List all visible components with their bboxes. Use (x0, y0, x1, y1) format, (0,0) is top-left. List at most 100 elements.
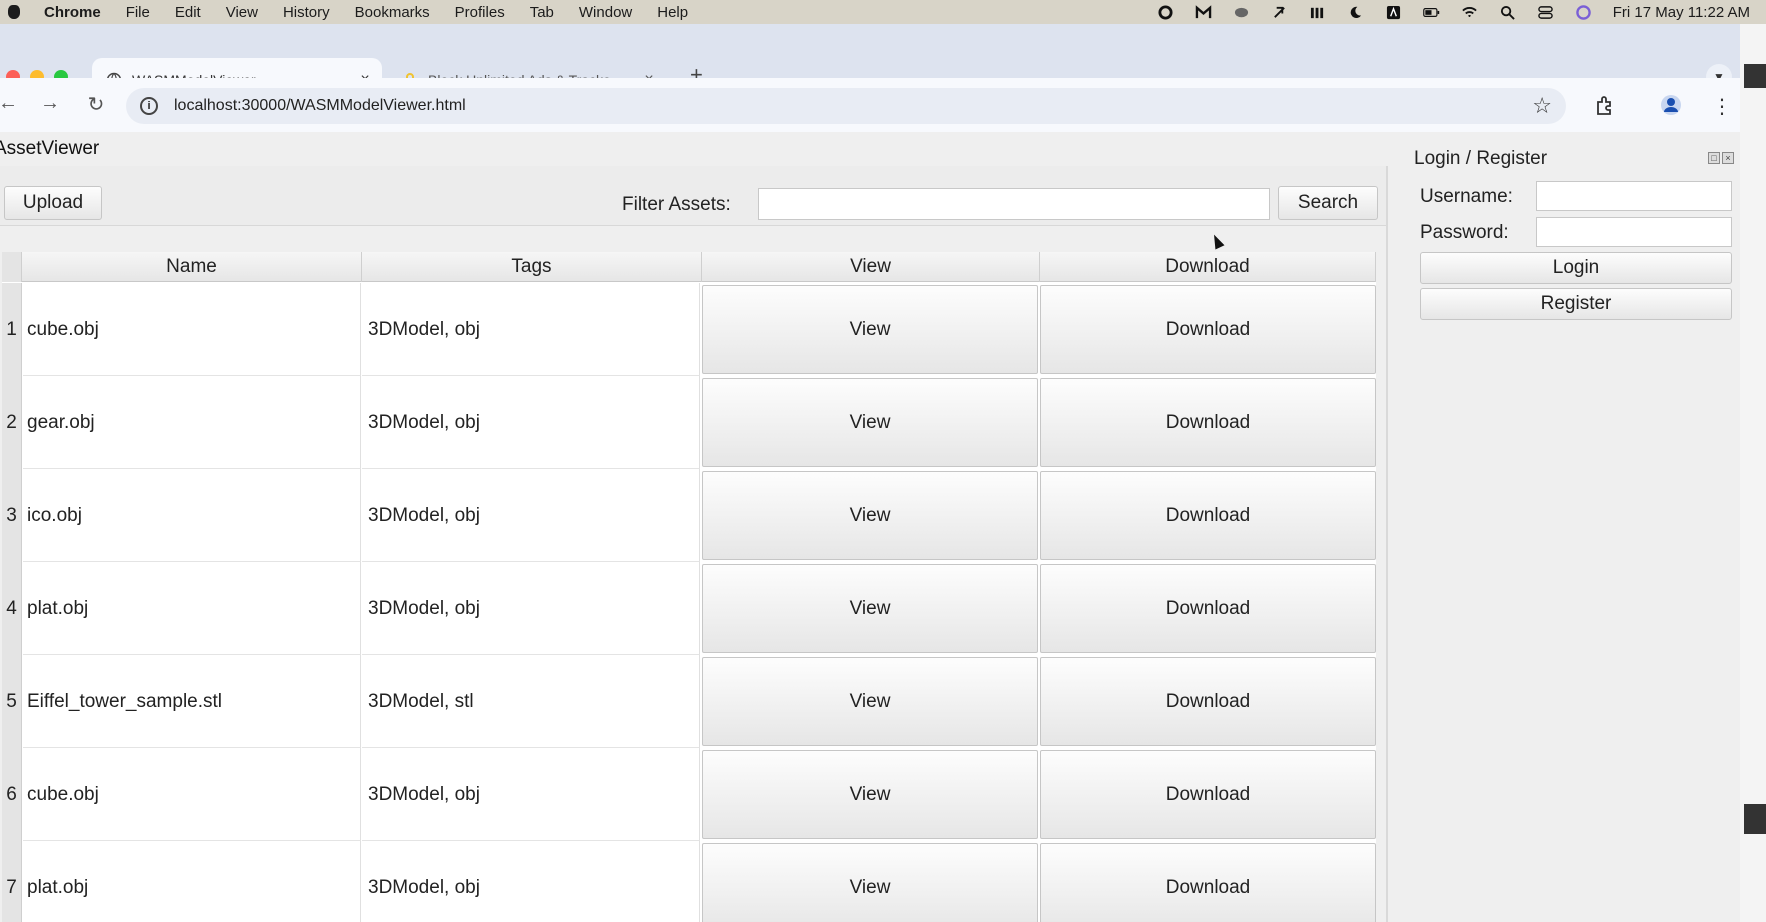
istat-icon[interactable] (1309, 5, 1326, 20)
siri-icon[interactable] (1575, 4, 1592, 20)
register-button[interactable]: Register (1420, 288, 1732, 320)
site-info-icon[interactable]: i (140, 97, 158, 115)
filter-assets-input[interactable] (758, 188, 1270, 220)
column-header-download[interactable]: Download (1040, 252, 1376, 282)
panel-float-icon[interactable]: □ (1708, 152, 1720, 164)
panel-controls: □ × (1708, 152, 1734, 164)
menu-bookmarks[interactable]: Bookmarks (355, 4, 430, 21)
clock[interactable]: Fri 17 May 11:22 AM (1613, 4, 1750, 21)
search-button[interactable]: Search (1278, 186, 1378, 220)
filter-assets-label: Filter Assets: (622, 194, 731, 215)
username-field[interactable] (1536, 181, 1732, 211)
view-button[interactable]: View (702, 657, 1038, 746)
row-number: 2 (2, 376, 22, 469)
battery-icon[interactable] (1422, 5, 1440, 20)
menu-history[interactable]: History (283, 4, 330, 21)
vpn-icon[interactable] (1233, 5, 1250, 20)
asset-tags-cell[interactable]: 3DModel, obj (362, 376, 700, 469)
gmail-icon[interactable] (1195, 4, 1212, 20)
extensions-puzzle-icon[interactable] (1594, 94, 1616, 116)
keyboard-input-icon[interactable] (1385, 5, 1402, 20)
column-header-tags[interactable]: Tags (362, 252, 702, 282)
download-button[interactable]: Download (1040, 750, 1376, 839)
background-window-strip (1744, 64, 1766, 88)
menu-chrome[interactable]: Chrome (44, 4, 101, 21)
upload-button[interactable]: Upload (4, 186, 102, 220)
profile-avatar-icon[interactable] (1660, 94, 1682, 116)
asset-name-cell[interactable]: cube.obj (23, 283, 361, 376)
menu-window[interactable]: Window (579, 4, 632, 21)
download-button[interactable]: Download (1040, 378, 1376, 467)
control-center-icon[interactable] (1537, 5, 1554, 20)
table-row: 3 ico.obj 3DModel, obj View Download (2, 469, 1376, 562)
asset-tags-cell[interactable]: 3DModel, obj (362, 748, 700, 841)
download-button[interactable]: Download (1040, 471, 1376, 560)
asset-name-cell[interactable]: plat.obj (23, 841, 361, 922)
tool-icon[interactable] (1271, 5, 1288, 20)
asset-name-cell[interactable]: ico.obj (23, 469, 361, 562)
moon-icon[interactable] (1347, 5, 1364, 20)
row-number: 6 (2, 748, 22, 841)
menu-help[interactable]: Help (657, 4, 688, 21)
view-button[interactable]: View (702, 843, 1038, 922)
asset-tags-cell[interactable]: 3DModel, obj (362, 283, 700, 376)
password-field[interactable] (1536, 217, 1732, 247)
app-title: AssetViewer (0, 138, 100, 159)
background-window-strip (1744, 804, 1766, 834)
menu-edit[interactable]: Edit (175, 4, 201, 21)
view-button[interactable]: View (702, 378, 1038, 467)
login-register-panel: Login / Register □ × Username: Password:… (1406, 148, 1740, 478)
screen: Chrome File Edit View History Bookmarks … (0, 0, 1766, 922)
column-header-name[interactable]: Name (22, 252, 362, 282)
menu-tab[interactable]: Tab (530, 4, 554, 21)
panel-divider[interactable] (1386, 166, 1388, 922)
table-row: 2 gear.obj 3DModel, obj View Download (2, 376, 1376, 469)
forward-arrow-icon[interactable]: → (38, 92, 62, 115)
address-bar[interactable]: i localhost:30000/WASMModelViewer.html ☆ (126, 88, 1566, 124)
login-button[interactable]: Login (1420, 252, 1732, 284)
login-panel-title: Login / Register (1414, 148, 1548, 169)
asset-name-cell[interactable]: gear.obj (23, 376, 361, 469)
row-number: 4 (2, 562, 22, 655)
table-row: 1 cube.obj 3DModel, obj View Download (2, 283, 1376, 376)
download-button[interactable]: Download (1040, 657, 1376, 746)
view-button[interactable]: View (702, 564, 1038, 653)
column-header-view[interactable]: View (702, 252, 1040, 282)
apple-icon[interactable] (8, 5, 20, 19)
download-button[interactable]: Download (1040, 285, 1376, 374)
reload-icon[interactable]: ↻ (84, 92, 108, 117)
asset-tags-cell[interactable]: 3DModel, stl (362, 655, 700, 748)
table-row: 5 Eiffel_tower_sample.stl 3DModel, stl V… (2, 655, 1376, 748)
asset-name-cell[interactable]: Eiffel_tower_sample.stl (23, 655, 361, 748)
row-number-header (2, 252, 22, 282)
username-label: Username: (1420, 186, 1513, 207)
table-header: Name Tags View Download (2, 252, 1376, 282)
asset-tags-cell[interactable]: 3DModel, obj (362, 562, 700, 655)
view-button[interactable]: View (702, 471, 1038, 560)
view-button[interactable]: View (702, 750, 1038, 839)
panel-close-icon[interactable]: × (1722, 152, 1734, 164)
password-label: Password: (1420, 222, 1509, 243)
asset-tags-cell[interactable]: 3DModel, obj (362, 841, 700, 922)
download-button[interactable]: Download (1040, 564, 1376, 653)
menu-view[interactable]: View (226, 4, 258, 21)
menu-profiles[interactable]: Profiles (455, 4, 505, 21)
record-icon[interactable] (1157, 4, 1174, 20)
macos-menu-bar: Chrome File Edit View History Bookmarks … (0, 0, 1766, 24)
download-button[interactable]: Download (1040, 843, 1376, 922)
asset-name-cell[interactable]: plat.obj (23, 562, 361, 655)
kebab-menu-icon[interactable]: ⋮ (1712, 94, 1732, 119)
asset-tags-cell[interactable]: 3DModel, obj (362, 469, 700, 562)
search-icon[interactable] (1499, 5, 1516, 20)
asset-table: Name Tags View Download 1 cube.obj 3DMod… (2, 252, 1376, 922)
menu-file[interactable]: File (126, 4, 150, 21)
view-button[interactable]: View (702, 285, 1038, 374)
wifi-icon[interactable] (1461, 5, 1478, 20)
asset-name-cell[interactable]: cube.obj (23, 748, 361, 841)
back-arrow-icon[interactable]: ← (0, 92, 20, 115)
table-row: 7 plat.obj 3DModel, obj View Download (2, 841, 1376, 922)
row-number: 7 (2, 841, 22, 922)
status-area: Fri 17 May 11:22 AM (1157, 0, 1750, 24)
bookmark-star-icon[interactable]: ☆ (1532, 93, 1552, 119)
row-number: 1 (2, 283, 22, 376)
